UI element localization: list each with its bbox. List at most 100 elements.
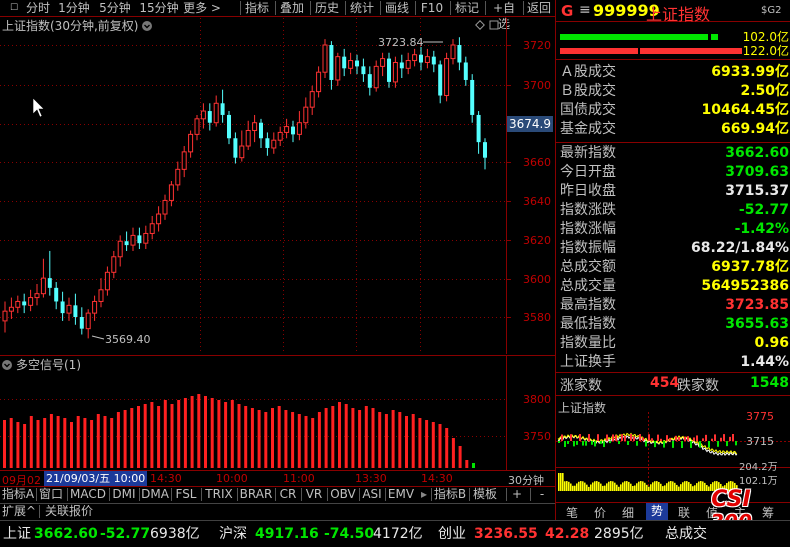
tabs-scroll-icon[interactable]: ▸ <box>418 487 430 502</box>
candle-body-up <box>188 133 194 153</box>
signal-bar <box>217 400 221 468</box>
signal-bar <box>384 414 388 468</box>
btn-f10[interactable]: F10 <box>417 0 447 16</box>
tab-more[interactable]: 更多 > <box>182 0 222 16</box>
expand-button[interactable]: 扩展^ <box>2 504 36 519</box>
signal-options-icon[interactable] <box>2 360 12 370</box>
btn-history[interactable]: 历史 <box>312 0 342 16</box>
btn-stats[interactable]: 统计 <box>347 0 377 16</box>
diamond-icon[interactable] <box>475 20 485 30</box>
btn-overlay[interactable]: 叠加 <box>277 0 307 16</box>
mini-breadth-bar <box>594 441 596 447</box>
mini-breadth-bar <box>558 441 560 443</box>
menu-icon[interactable]: ≡ <box>579 2 591 18</box>
mini-breadth-bar <box>681 441 683 448</box>
signal-chart[interactable]: 3800 3750 多空信号(1) <box>0 355 555 470</box>
tab-cr[interactable]: CR <box>276 487 300 502</box>
signal-bar <box>331 406 335 468</box>
tab-5min[interactable]: 5分钟 <box>96 0 134 16</box>
tab-asi[interactable]: ASI <box>360 487 384 502</box>
tab-indicator-b[interactable]: 指标B <box>432 487 468 502</box>
tab-dmi[interactable]: DMI <box>110 487 138 502</box>
mini-volume-bar <box>696 483 698 491</box>
time-label: 11:00 <box>283 472 315 485</box>
tab-fenshi[interactable]: 分时 <box>24 0 52 16</box>
chart-options-icon[interactable] <box>142 21 152 31</box>
related-quotes-tab[interactable]: 关联报价 <box>45 504 93 519</box>
turnover-section: Ａ股成交 6933.99亿 Ｂ股成交 2.50亿 国债成交 10464.45亿 基金成… <box>556 63 790 143</box>
tab-1min[interactable]: 1分钟 <box>55 0 93 16</box>
zoom-in-button[interactable]: + <box>507 487 527 502</box>
tab-chips[interactable]: 筹 <box>762 504 774 521</box>
signal-bar <box>163 400 167 468</box>
candle-body-down <box>361 66 366 75</box>
mini-breadth-bar <box>660 438 662 441</box>
cy-name[interactable]: 创业 <box>438 524 466 544</box>
btn-draw[interactable]: 画线 <box>382 0 412 16</box>
tab-macd[interactable]: MACD <box>68 487 108 502</box>
hs-name[interactable]: 沪深 <box>219 524 247 544</box>
signal-bar <box>63 418 67 468</box>
signal-bar <box>230 400 234 468</box>
mini-breadth-bar <box>636 441 638 446</box>
stat-row: 指数振幅 68.22/1.84% <box>560 240 789 256</box>
candle-body-up <box>168 184 174 201</box>
tab-dma[interactable]: DMA <box>140 487 170 502</box>
total-turnover-label: 总成交 <box>665 526 707 542</box>
tab-brar[interactable]: BRAR <box>238 487 274 502</box>
signal-bar <box>150 402 154 468</box>
price-tick-label: 3600 <box>523 273 551 286</box>
btn-indicator[interactable]: 指标 <box>242 0 272 16</box>
tab-detail[interactable]: 细 <box>622 504 634 521</box>
candle-body-down <box>73 305 78 317</box>
tab-linked[interactable]: 联 <box>678 504 690 521</box>
mini-breadth-bar <box>591 441 593 445</box>
candle-body-up <box>405 60 411 69</box>
candle-body-up <box>156 213 162 225</box>
tab-fsl[interactable]: FSL <box>172 487 200 502</box>
signal-bar <box>371 408 375 468</box>
tab-trix[interactable]: TRIX <box>202 487 236 502</box>
candle-body-up <box>111 256 117 273</box>
mini-breadth-bar <box>711 438 713 441</box>
tab-price[interactable]: 价 <box>594 504 606 521</box>
signal-bar <box>83 418 87 468</box>
mini-intraday-chart[interactable]: 3775 3715 204.2万 102.1万 <box>556 412 790 492</box>
fall-label: 跌家数 <box>677 378 719 394</box>
candlestick-chart[interactable]: 37203700368036603640362036003580 上证指数(30… <box>0 18 555 354</box>
sh-name[interactable]: 上证 <box>3 524 31 544</box>
rise-count: 454 <box>650 375 680 391</box>
tab-vr[interactable]: VR <box>302 487 326 502</box>
mini-breadth-bar <box>564 441 566 447</box>
signal-bar <box>324 408 328 468</box>
maximize-icon[interactable] <box>489 20 499 30</box>
btn-back[interactable]: 返回 <box>524 0 554 16</box>
mini-volume-bar <box>576 483 578 491</box>
turnover-row: Ｂ股成交 2.50亿 <box>560 83 789 99</box>
candle-body-up <box>143 232 149 244</box>
tab-trend[interactable]: 势 <box>646 503 668 520</box>
market-status-bar: 上证 3662.60 -52.77 6938亿 沪深 4917.16 -74.5… <box>0 520 790 547</box>
tab-window[interactable]: 窗口 <box>37 487 65 502</box>
btn-add-favorite[interactable]: +自选 <box>487 0 521 31</box>
candle-body-up <box>92 300 98 314</box>
mini-breadth-bar <box>720 437 722 441</box>
candle-body-up <box>316 71 322 93</box>
tab-emv[interactable]: EMV <box>386 487 416 502</box>
candle-body-up <box>348 60 354 69</box>
mini-breadth-bar <box>579 434 581 441</box>
tab-indicator-a[interactable]: 指标A <box>1 487 35 502</box>
hs-change: -74.50 <box>324 526 375 542</box>
tab-obv[interactable]: OBV <box>328 487 358 502</box>
checkbox-icon[interactable]: ☐ <box>4 0 24 16</box>
zoom-out-button[interactable]: - <box>531 487 553 502</box>
tab-template[interactable]: 模板 <box>470 487 500 502</box>
btn-mark[interactable]: 标记 <box>452 0 482 16</box>
candle-body-up <box>271 139 277 149</box>
mini-breadth-bar <box>570 434 572 441</box>
candle-body-down <box>419 54 423 63</box>
tab-trades[interactable]: 笔 <box>566 504 578 521</box>
price-tick-label: 3660 <box>523 156 551 169</box>
signal-bar <box>16 422 20 468</box>
tab-15min[interactable]: 15分钟 <box>137 0 181 16</box>
